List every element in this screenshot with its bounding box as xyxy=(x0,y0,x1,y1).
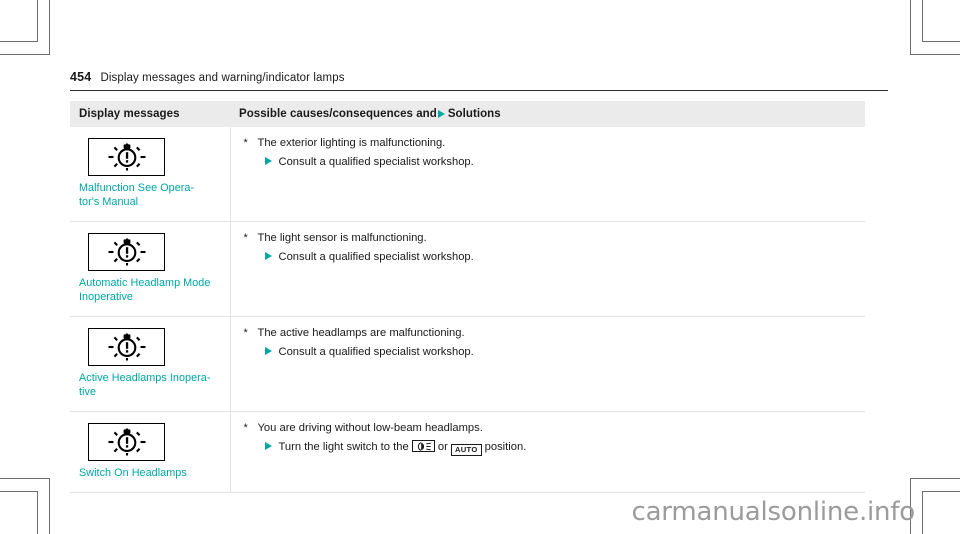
solution-arrow-icon xyxy=(264,442,272,450)
solution-line: Consult a qualified specialist workshop. xyxy=(244,249,858,265)
table-header-row: Display messages Possible causes/consequ… xyxy=(70,101,865,127)
malfunction-lamp-glyph xyxy=(108,238,145,266)
page-number: 454 xyxy=(70,70,92,84)
malfunction-lamp-glyph xyxy=(108,333,145,361)
cause-solution-cell: * The active headlamps are malfunctioning… xyxy=(230,316,865,412)
bullet-marker: * xyxy=(243,327,248,339)
column-header-causes-solutions: Possible causes/consequences and Solution… xyxy=(230,101,865,127)
solution-line: Consult a qualified specialist workshop. xyxy=(244,154,858,170)
solution-arrow-icon xyxy=(264,252,272,260)
cause-text: The exterior lighting is malfunctioning. xyxy=(257,137,446,149)
column-header-causes-text: Possible causes/consequences and xyxy=(239,108,437,120)
auto-position-icon: AUTO xyxy=(450,444,482,456)
table-body: Malfunction See Opera-tor's Manual * The e… xyxy=(70,127,865,493)
cause-line: * You are driving without low-beam headla… xyxy=(244,421,858,436)
low-beam-headlamp-icon xyxy=(411,440,435,452)
message-label: Active Headlamps Inopera-tive xyxy=(79,372,211,398)
solution-line: Turn the light switch to the or AUTO pos… xyxy=(244,439,858,456)
table-row: Automatic Headlamp Mode Inoperative * The l… xyxy=(70,221,865,317)
crop-mark-bottom-left-inner xyxy=(0,491,38,534)
solution-text: Consult a qualified specialist workshop. xyxy=(278,251,474,263)
message-label: Automatic Headlamp Mode Inoperative xyxy=(79,277,211,303)
cause-text: You are driving without low-beam headlam… xyxy=(257,422,483,434)
cause-line: * The exterior lighting is malfunctioning… xyxy=(244,136,858,151)
message-cell: Switch On Headlamps xyxy=(70,411,231,493)
malfunction-lamp-icon xyxy=(88,233,165,271)
solution-text: Consult a qualified specialist workshop. xyxy=(278,156,474,168)
message-label: Malfunction See Opera-tor's Manual xyxy=(79,182,195,208)
solution-text: Consult a qualified specialist workshop. xyxy=(278,346,474,358)
malfunction-lamp-icon xyxy=(88,138,165,176)
crop-mark-top-right-inner xyxy=(922,0,960,42)
solution-arrow-icon xyxy=(264,157,272,165)
solution-arrow-icon xyxy=(264,347,272,355)
bullet-marker: * xyxy=(243,137,248,149)
table-row: Active Headlamps Inopera-tive * The active… xyxy=(70,316,865,412)
running-head-title: Display messages and warning/indicator l… xyxy=(100,72,345,84)
table-row: Switch On Headlamps * You are driving with… xyxy=(70,411,865,493)
site-watermark: carmanualsonline.info xyxy=(631,497,915,527)
cause-solution-cell: * The light sensor is malfunctioning. Cons… xyxy=(230,221,865,317)
solution-text: Turn the light switch to the or AUTO pos… xyxy=(278,440,527,456)
cause-solution-cell: * You are driving without low-beam headla… xyxy=(230,411,865,493)
cause-text: The light sensor is malfunctioning. xyxy=(257,232,427,244)
running-head: 454 Display messages and warning/indicat… xyxy=(70,70,888,91)
solution-line: Consult a qualified specialist workshop. xyxy=(244,344,858,360)
crop-mark-bottom-right-inner xyxy=(922,491,960,534)
table-row: Malfunction See Opera-tor's Manual * The e… xyxy=(70,127,865,222)
cause-line: * The active headlamps are malfunctioning… xyxy=(244,326,858,341)
message-cell: Active Headlamps Inopera-tive xyxy=(70,316,231,412)
crop-mark-top-left-inner xyxy=(0,0,38,42)
display-messages-table: Display messages Possible causes/consequ… xyxy=(70,101,865,493)
column-header-solutions-text: Solutions xyxy=(447,108,501,120)
message-cell: Automatic Headlamp Mode Inoperative xyxy=(70,221,231,317)
message-label: Switch On Headlamps xyxy=(79,467,187,479)
malfunction-lamp-icon xyxy=(88,423,165,461)
solution-arrow-icon xyxy=(437,109,445,118)
column-header-display-messages: Display messages xyxy=(70,101,230,127)
malfunction-lamp-icon xyxy=(88,328,165,366)
bullet-marker: * xyxy=(243,422,248,434)
cause-solution-cell: * The exterior lighting is malfunctioning… xyxy=(230,127,865,222)
bullet-marker: * xyxy=(243,232,248,244)
low-beam-headlamp-glyph xyxy=(417,442,431,451)
message-cell: Malfunction See Opera-tor's Manual xyxy=(70,127,231,222)
cause-line: * The light sensor is malfunctioning. xyxy=(244,231,858,246)
malfunction-lamp-glyph xyxy=(108,428,145,456)
cause-text: The active headlamps are malfunctioning. xyxy=(257,327,465,339)
malfunction-lamp-glyph xyxy=(108,143,145,171)
